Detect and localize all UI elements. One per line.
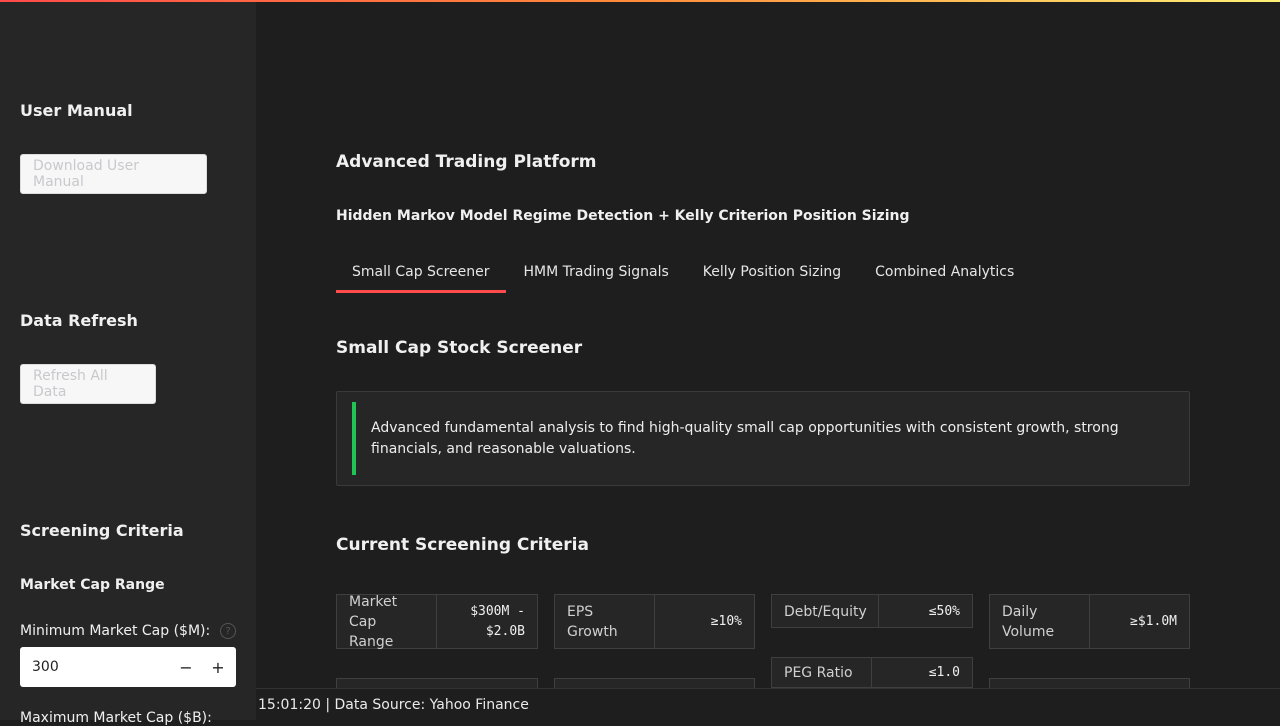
- sidebar: User Manual Download User Manual Data Re…: [0, 0, 256, 726]
- help-icon[interactable]: ?: [220, 623, 236, 639]
- page-subtitle: Hidden Markov Model Regime Detection + K…: [336, 208, 910, 224]
- criteria-value: ≥10%: [710, 613, 742, 629]
- criteria-key: Daily Volume: [990, 595, 1090, 648]
- criteria-card: Debt/Equity ≤50%: [771, 594, 973, 628]
- max-cap-label: Maximum Market Cap ($B):: [20, 710, 212, 726]
- download-manual-button[interactable]: Download User Manual: [20, 154, 207, 194]
- min-cap-label: Minimum Market Cap ($M):: [20, 623, 211, 639]
- tab-small-cap-screener[interactable]: Small Cap Screener: [336, 254, 506, 293]
- section-title: Small Cap Stock Screener: [336, 338, 583, 358]
- criteria-key: Debt/Equity: [772, 595, 879, 627]
- tab-kelly-sizing[interactable]: Kelly Position Sizing: [685, 254, 857, 290]
- refresh-heading: Data Refresh: [20, 311, 138, 330]
- manual-heading: User Manual: [20, 101, 133, 120]
- criteria-card: PEG Ratio ≤1.0: [771, 657, 973, 688]
- page-title: Advanced Trading Platform: [336, 152, 597, 172]
- info-text: Advanced fundamental analysis to find hi…: [371, 420, 1119, 457]
- info-accent-bar: [352, 402, 356, 475]
- criteria-title: Current Screening Criteria: [336, 535, 589, 555]
- criteria-value: ≤50%: [928, 604, 960, 619]
- footer-text: 15:01:20 | Data Source: Yahoo Finance: [258, 696, 529, 713]
- refresh-data-button[interactable]: Refresh All Data: [20, 364, 156, 404]
- market-cap-subheading: Market Cap Range: [20, 577, 165, 593]
- top-accent-bar: [0, 0, 1280, 2]
- criteria-heading: Screening Criteria: [20, 521, 184, 540]
- status-footer: 15:01:20 | Data Source: Yahoo Finance: [256, 688, 1280, 720]
- tab-bar: Small Cap Screener HMM Trading Signals K…: [336, 254, 1030, 294]
- decrement-button[interactable]: −: [170, 647, 202, 687]
- criteria-value: ≤1.0: [928, 664, 960, 680]
- info-callout: Advanced fundamental analysis to find hi…: [336, 391, 1190, 486]
- criteria-value: $300M - $2.0B: [470, 603, 525, 639]
- min-cap-input: − +: [20, 647, 236, 687]
- criteria-card: Market Cap Range $300M - $2.0B: [336, 594, 538, 650]
- criteria-card: EPS Growth ≥10%: [554, 594, 755, 649]
- tab-combined-analytics[interactable]: Combined Analytics: [857, 254, 1030, 290]
- criteria-value: ≥$1.0M: [1130, 613, 1177, 629]
- criteria-card: Daily Volume ≥$1.0M: [989, 594, 1190, 649]
- criteria-key: Market Cap Range: [337, 594, 437, 650]
- criteria-key: PEG Ratio: [772, 658, 872, 687]
- min-cap-field[interactable]: [20, 659, 170, 675]
- criteria-key: EPS Growth: [555, 595, 655, 648]
- tab-hmm-signals[interactable]: HMM Trading Signals: [506, 254, 685, 290]
- increment-button[interactable]: +: [202, 647, 234, 687]
